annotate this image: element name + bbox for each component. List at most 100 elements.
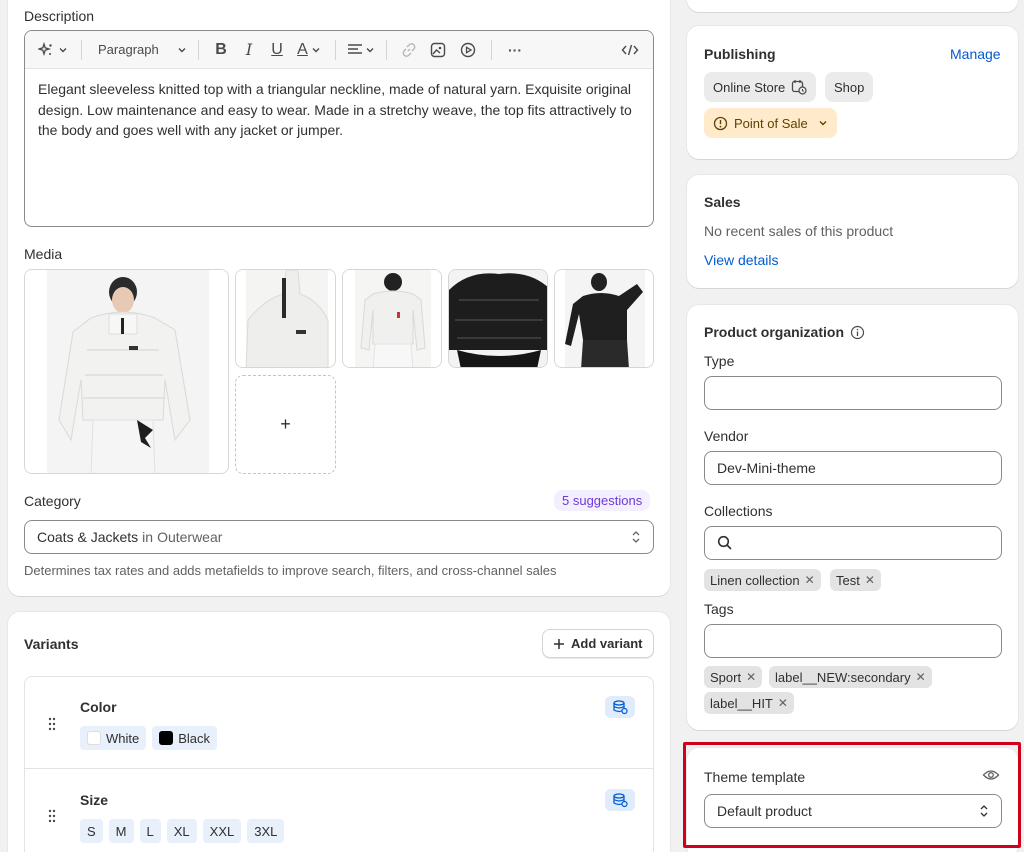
add-media-button[interactable]: + xyxy=(235,375,336,474)
option-value-chip[interactable]: L xyxy=(139,819,161,843)
text-color-button[interactable]: A xyxy=(291,36,327,64)
remove-icon[interactable]: ✕ xyxy=(916,670,926,684)
option-value-chip[interactable]: Black xyxy=(152,726,218,750)
media-thumb-4[interactable] xyxy=(554,269,654,368)
theme-template-select[interactable]: Default product xyxy=(704,794,1002,828)
option-value-chip[interactable]: White xyxy=(80,726,147,750)
tags-label: Tags xyxy=(704,601,734,617)
toolbar-divider xyxy=(335,39,336,60)
channel-chip-point-of-sale[interactable]: Point of Sale xyxy=(704,108,837,138)
code-icon xyxy=(621,44,639,55)
black-swatch xyxy=(159,731,174,745)
toolbar-divider xyxy=(491,39,492,60)
image-button[interactable] xyxy=(423,36,453,64)
chevron-down-icon xyxy=(59,47,67,52)
category-select[interactable]: Coats & Jackets in Outerwear xyxy=(24,520,654,554)
description-editor[interactable]: Paragraph B I U A ··· Elegant sleeveless… xyxy=(24,30,654,227)
option-value-chip[interactable]: XXL xyxy=(202,819,242,843)
media-thumb-3[interactable] xyxy=(448,269,548,368)
media-main-image[interactable] xyxy=(24,269,229,474)
vendor-input[interactable]: Dev-Mini-theme xyxy=(704,451,1002,485)
ai-magic-button[interactable] xyxy=(33,36,73,64)
type-label: Type xyxy=(704,353,735,369)
product-tag: label__HIT ✕ xyxy=(704,692,794,714)
category-suggestions-badge[interactable]: 5 suggestions xyxy=(554,490,651,511)
manage-link[interactable]: Manage xyxy=(950,46,1001,62)
italic-button[interactable]: I xyxy=(235,36,263,64)
metafield-button[interactable] xyxy=(605,696,635,718)
drag-handle-icon[interactable] xyxy=(47,717,57,731)
calendar-clock-icon xyxy=(792,80,807,95)
description-text[interactable]: Elegant sleeveless knitted top with a tr… xyxy=(25,69,653,151)
link-icon xyxy=(402,42,416,57)
option-value-label: Black xyxy=(178,730,211,746)
info-icon[interactable] xyxy=(850,325,865,340)
alert-circle-icon xyxy=(713,116,728,130)
select-arrows-icon xyxy=(632,531,640,543)
plus-icon xyxy=(554,638,564,649)
bold-icon: B xyxy=(215,40,227,58)
category-parent: Outerwear xyxy=(157,529,223,545)
eye-icon[interactable] xyxy=(982,768,1000,782)
sparkle-icon xyxy=(38,41,52,56)
collections-search-input[interactable] xyxy=(704,526,1002,560)
option-value-chip[interactable]: M xyxy=(108,819,134,843)
tags-input[interactable] xyxy=(704,624,1002,658)
option-name: Size xyxy=(80,792,109,808)
chevron-down-icon xyxy=(178,47,186,52)
underline-icon: U xyxy=(271,40,283,58)
variant-option-row: Size S M L XL XXL 3XL xyxy=(25,769,653,852)
channel-label: Shop xyxy=(834,79,865,95)
toolbar-divider xyxy=(386,39,387,60)
align-button[interactable] xyxy=(344,36,378,64)
media-thumb-1[interactable] xyxy=(235,269,336,368)
option-value-chip[interactable]: XL xyxy=(166,819,197,843)
remove-icon[interactable]: ✕ xyxy=(746,670,756,684)
more-button[interactable]: ··· xyxy=(500,36,530,64)
channel-label: Point of Sale xyxy=(734,115,808,131)
black-jacket-back-image xyxy=(555,270,653,367)
status-card xyxy=(687,0,1018,12)
video-button[interactable] xyxy=(453,36,483,64)
description-label: Description xyxy=(24,8,95,24)
remove-icon[interactable]: ✕ xyxy=(865,573,875,587)
channel-chip-online-store[interactable]: Online Store xyxy=(704,72,817,102)
category-in: in xyxy=(142,529,154,545)
media-thumb-2[interactable] xyxy=(342,269,442,368)
product-tag: Sport ✕ xyxy=(704,666,763,688)
remove-icon[interactable]: ✕ xyxy=(805,573,815,587)
white-jacket-image xyxy=(25,270,228,473)
publishing-title: Publishing xyxy=(704,46,776,62)
option-values: S M L XL XXL 3XL xyxy=(80,819,285,843)
add-variant-button[interactable]: Add variant xyxy=(542,629,654,658)
toolbar-divider xyxy=(81,39,82,60)
vendor-label: Vendor xyxy=(704,428,749,444)
chevron-down-icon xyxy=(819,121,827,126)
type-input[interactable] xyxy=(704,376,1002,410)
option-value-label: White xyxy=(106,730,140,746)
channel-chip-shop[interactable]: Shop xyxy=(825,72,874,102)
align-left-icon xyxy=(348,43,362,54)
code-view-button[interactable] xyxy=(615,36,645,64)
theme-template-title: Theme template xyxy=(704,769,806,785)
option-value-chip[interactable]: 3XL xyxy=(247,819,285,843)
collection-tag: Test ✕ xyxy=(830,569,881,591)
metafield-button[interactable] xyxy=(605,789,635,811)
bold-button[interactable]: B xyxy=(207,36,235,64)
sales-text: No recent sales of this product xyxy=(704,223,894,239)
view-details-link[interactable]: View details xyxy=(704,252,778,268)
variants-title: Variants xyxy=(24,636,79,652)
option-value-chip[interactable]: S xyxy=(80,819,103,843)
category-help-text: Determines tax rates and adds metafields… xyxy=(24,563,557,578)
search-icon xyxy=(717,535,732,550)
drag-handle-icon[interactable] xyxy=(47,809,57,823)
underline-button[interactable]: U xyxy=(263,36,291,64)
select-arrows-icon xyxy=(980,805,988,817)
link-button[interactable] xyxy=(395,36,423,64)
product-tag-label: Sport xyxy=(710,669,742,685)
collection-tag: Linen collection ✕ xyxy=(704,569,821,591)
option-values: White Black xyxy=(80,726,218,750)
paragraph-format-select[interactable]: Paragraph xyxy=(90,36,190,64)
image-icon xyxy=(430,42,446,57)
remove-icon[interactable]: ✕ xyxy=(778,696,788,710)
